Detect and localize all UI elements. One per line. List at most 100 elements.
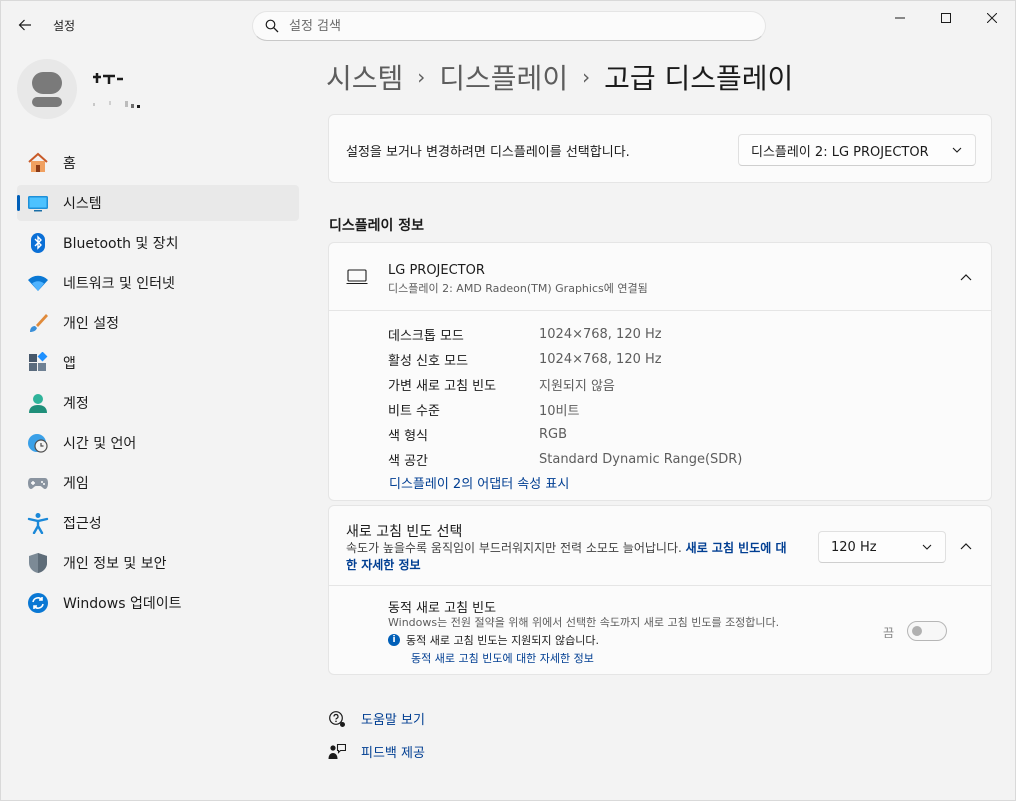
chevron-down-icon: [921, 541, 933, 553]
display-name: LG PROJECTOR: [388, 263, 485, 278]
minimize-button[interactable]: [877, 1, 923, 35]
display-info-header[interactable]: LG PROJECTOR 디스플레이 2: AMD Radeon(TM) Gra…: [329, 243, 991, 311]
toggle-state-label: 끔: [883, 626, 895, 640]
sidebar-item-network[interactable]: 네트워크 및 인터넷: [17, 265, 299, 301]
maximize-button[interactable]: [923, 1, 969, 35]
search-icon: [265, 19, 279, 33]
back-button[interactable]: [13, 13, 37, 37]
sidebar-item-system[interactable]: 시스템: [17, 185, 299, 221]
account-icon: [27, 392, 49, 414]
refresh-rate-dropdown[interactable]: 120 Hz: [818, 531, 946, 563]
sidebar-item-label: 시간 및 언어: [63, 436, 137, 452]
property-key: 색 형식: [388, 429, 429, 444]
app-title: 설정: [53, 19, 76, 33]
breadcrumb-separator: ›: [582, 65, 591, 89]
chevron-up-icon[interactable]: [954, 265, 978, 289]
property-key: 비트 수준: [388, 404, 440, 419]
search-box[interactable]: [252, 11, 766, 41]
maximize-icon: [941, 13, 951, 23]
refresh-rate-header: 새로 고침 빈도 선택 속도가 높을수록 움직임이 부드러워지지만 전력 소모도…: [329, 506, 991, 586]
display-select-card: 설정을 보거나 변경하려면 디스플레이를 선택합니다. 디스플레이 2: LG …: [328, 114, 992, 183]
time-language-icon: [27, 432, 49, 454]
breadcrumb-separator: ›: [417, 65, 426, 89]
apps-icon: [27, 352, 49, 374]
sidebar-item-time-language[interactable]: 시간 및 언어: [17, 425, 299, 461]
sidebar-item-label: 접근성: [63, 516, 102, 532]
breadcrumb: 시스템 › 디스플레이 › 고급 디스플레이: [326, 57, 793, 97]
user-silhouette-icon: [32, 72, 62, 107]
property-value: 1024×768, 120 Hz: [539, 352, 662, 367]
profile-name-redacted: [93, 73, 133, 85]
property-row: 색 형식 RGB: [388, 422, 742, 447]
help-link[interactable]: 도움말 보기: [328, 709, 425, 728]
toggle-knob: [912, 626, 922, 636]
sidebar-item-label: Bluetooth 및 장치: [63, 236, 179, 252]
property-row: 가변 새로 고침 빈도 지원되지 않음: [388, 372, 742, 397]
property-key: 색 공간: [388, 454, 429, 469]
property-row: 비트 수준 10비트: [388, 397, 742, 422]
user-profile[interactable]: [17, 59, 297, 119]
search-input[interactable]: [289, 18, 729, 34]
refresh-rate-title: 새로 고침 빈도 선택: [346, 524, 463, 540]
feedback-link[interactable]: 피드백 제공: [328, 742, 425, 761]
update-icon: [27, 592, 49, 614]
sidebar-item-label: Windows 업데이트: [63, 596, 182, 612]
adapter-properties-link[interactable]: 디스플레이 2의 어댑터 속성 표시: [389, 473, 569, 492]
close-button[interactable]: [969, 1, 1015, 35]
display-info-card: LG PROJECTOR 디스플레이 2: AMD Radeon(TM) Gra…: [328, 242, 992, 501]
wifi-icon: [27, 272, 49, 294]
refresh-rate-desc-text: 속도가 높을수록 움직임이 부드러워지지만 전력 소모도 늘어납니다.: [346, 541, 682, 555]
gamepad-icon: [27, 472, 49, 494]
property-row: 데스크톱 모드 1024×768, 120 Hz: [388, 322, 742, 347]
sidebar-item-home[interactable]: 홈: [17, 145, 299, 181]
title-bar: 설정: [1, 1, 1015, 49]
help-link-label: 도움말 보기: [361, 713, 425, 728]
sidebar-item-windows-update[interactable]: Windows 업데이트: [17, 585, 299, 621]
section-title-display-info: 디스플레이 정보: [329, 218, 425, 234]
chevron-up-icon[interactable]: [954, 534, 978, 558]
property-value: 지원되지 않음: [539, 379, 615, 394]
shield-icon: [27, 552, 49, 574]
refresh-rate-description: 속도가 높을수록 움직임이 부드러워지지만 전력 소모도 늘어납니다. 새로 고…: [346, 540, 796, 574]
sidebar-item-label: 네트워크 및 인터넷: [63, 276, 175, 292]
property-row: 색 공간 Standard Dynamic Range(SDR): [388, 447, 742, 472]
dynamic-refresh-description: Windows는 전원 절약을 위해 위에서 선택한 속도까지 새로 고침 빈도…: [388, 616, 780, 629]
property-key: 가변 새로 고침 빈도: [388, 379, 497, 394]
dynamic-refresh-toggle[interactable]: [907, 621, 947, 641]
sidebar-item-accessibility[interactable]: 접근성: [17, 505, 299, 541]
feedback-icon: [328, 743, 346, 761]
property-key: 데스크톱 모드: [388, 329, 464, 344]
feedback-link-label: 피드백 제공: [361, 746, 425, 761]
breadcrumb-system[interactable]: 시스템: [326, 57, 403, 97]
accessibility-icon: [27, 512, 49, 534]
dynamic-refresh-info-link[interactable]: 동적 새로 고침 빈도에 대한 자세한 정보: [411, 650, 594, 666]
sidebar-item-label: 개인 설정: [63, 316, 119, 332]
property-value: 10비트: [539, 404, 580, 419]
display-properties: 데스크톱 모드 1024×768, 120 Hz 활성 신호 모드 1024×7…: [388, 322, 742, 472]
settings-window: 설정 설정 검색 홈 시스템 Bluetooth 및 장치 네트워크 및 인터넷…: [0, 0, 1016, 801]
close-icon: [987, 13, 997, 23]
display-connection: 디스플레이 2: AMD Radeon(TM) Graphics에 연결됨: [388, 282, 648, 295]
display-dropdown[interactable]: 디스플레이 2: LG PROJECTOR: [738, 134, 976, 166]
sidebar-item-label: 개인 정보 및 보안: [63, 556, 167, 572]
sidebar-item-apps[interactable]: 앱: [17, 345, 299, 381]
sidebar-item-label: 계정: [63, 396, 89, 412]
sidebar-item-label: 시스템: [63, 196, 102, 212]
display-select-label: 설정을 보거나 변경하려면 디스플레이를 선택합니다.: [346, 145, 630, 160]
sidebar-item-privacy[interactable]: 개인 정보 및 보안: [17, 545, 299, 581]
dynamic-refresh-note: i 동적 새로 고침 빈도는 지원되지 않습니다.: [388, 632, 599, 648]
chevron-down-icon: [951, 144, 963, 156]
sidebar: 홈 시스템 Bluetooth 및 장치 네트워크 및 인터넷 개인 설정 앱 …: [1, 49, 311, 801]
sidebar-item-personalization[interactable]: 개인 설정: [17, 305, 299, 341]
property-value: 1024×768, 120 Hz: [539, 327, 662, 342]
sidebar-item-label: 게임: [63, 476, 89, 492]
refresh-rate-card: 새로 고침 빈도 선택 속도가 높을수록 움직임이 부드러워지지만 전력 소모도…: [328, 505, 992, 675]
breadcrumb-display[interactable]: 디스플레이: [439, 57, 568, 97]
sidebar-item-accounts[interactable]: 계정: [17, 385, 299, 421]
property-row: 활성 신호 모드 1024×768, 120 Hz: [388, 347, 742, 372]
sidebar-item-gaming[interactable]: 게임: [17, 465, 299, 501]
monitor-icon: [346, 267, 368, 287]
sidebar-nav: 홈 시스템 Bluetooth 및 장치 네트워크 및 인터넷 개인 설정 앱 …: [17, 145, 299, 625]
home-icon: [27, 152, 49, 174]
sidebar-item-bluetooth[interactable]: Bluetooth 및 장치: [17, 225, 299, 261]
